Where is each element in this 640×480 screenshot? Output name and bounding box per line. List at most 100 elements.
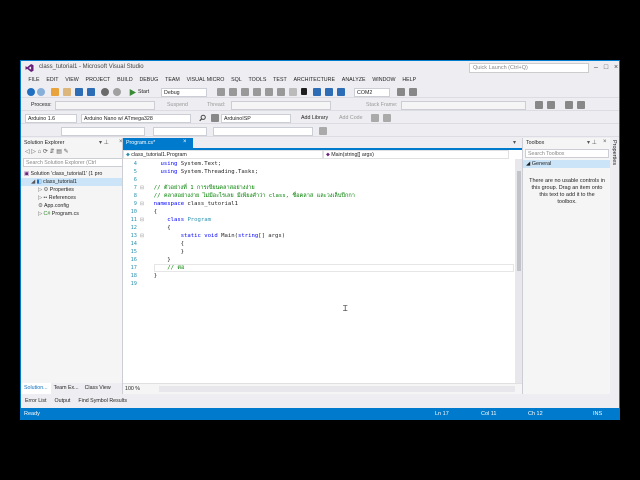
menu-item-edit[interactable]: EDIT	[43, 75, 62, 85]
maximize-icon[interactable]: □	[601, 63, 611, 73]
properties-side-tab[interactable]: Properties	[611, 140, 617, 165]
scroll-thumb[interactable]	[517, 171, 521, 271]
code-line[interactable]: 13 ⊟ static void Main(string[] args)	[123, 232, 515, 240]
toolbar-icon-q[interactable]	[211, 114, 219, 122]
back-icon[interactable]	[27, 88, 35, 96]
code-line[interactable]: 14 {	[123, 240, 515, 248]
menu-item-view[interactable]: VIEW	[62, 75, 82, 85]
code-text[interactable]: static void Main(string[] args)	[147, 232, 285, 240]
bottom-tool-tab[interactable]: Error List	[21, 396, 51, 407]
menu-item-sql[interactable]: SQL	[228, 75, 245, 85]
configuration-select[interactable]: Debug	[161, 87, 207, 97]
outline-margin[interactable]	[137, 168, 147, 176]
outline-margin[interactable]: ⊟	[137, 184, 147, 192]
new-project-icon[interactable]	[51, 88, 59, 96]
toolbar-icon-g[interactable]	[289, 88, 297, 96]
code-line[interactable]: 16 }	[123, 256, 515, 264]
toolbar-icon-r[interactable]	[371, 114, 379, 122]
toolbar-icon-m[interactable]	[535, 101, 543, 109]
tab-close-icon[interactable]: ×	[183, 139, 187, 145]
code-line[interactable]: 12 {	[123, 224, 515, 232]
save-icon[interactable]	[75, 88, 83, 96]
menu-item-file[interactable]: FILE	[25, 75, 43, 85]
toolbar-icon-f[interactable]	[277, 88, 285, 96]
code-text[interactable]: class Program	[147, 216, 211, 224]
solution-bottom-tab[interactable]: Team Ex...	[51, 383, 82, 394]
tree-item[interactable]: ⚙ App.config	[21, 202, 127, 210]
outline-margin[interactable]	[137, 272, 147, 280]
toolbox-group-general[interactable]: ◢ General	[523, 160, 611, 168]
code-text[interactable]: }	[147, 248, 184, 256]
code-text[interactable]: using System.Threading.Tasks;	[147, 168, 258, 176]
code-line[interactable]: 6	[123, 176, 515, 184]
menu-item-debug[interactable]: DEBUG	[136, 75, 162, 85]
outline-margin[interactable]	[137, 192, 147, 200]
toolbox-close-icon[interactable]: ×	[603, 139, 607, 145]
horizontal-scrollbar[interactable]	[159, 386, 515, 392]
solution-bottom-tab[interactable]: Solution...	[21, 383, 51, 394]
outline-margin[interactable]	[137, 248, 147, 256]
outline-margin[interactable]	[137, 224, 147, 232]
outline-margin[interactable]: ⊟	[137, 200, 147, 208]
zoom-level[interactable]: 100 %	[125, 386, 140, 392]
bottom-tool-tab[interactable]: Output	[51, 396, 75, 407]
code-line[interactable]: 15 }	[123, 248, 515, 256]
code-text[interactable]: }	[147, 272, 157, 280]
toolbar-icon-o[interactable]	[565, 101, 573, 109]
toolbar-icon-d[interactable]	[253, 88, 261, 96]
code-text[interactable]: // ตัวอย่างที่ 1 การเขียนคลาสอย่างง่าย	[147, 184, 255, 192]
tree-item[interactable]: ▷ ⚙ Properties	[21, 186, 127, 194]
code-text[interactable]: namespace class_tutorial1	[147, 200, 238, 208]
open-file-icon[interactable]	[63, 88, 71, 96]
code-text[interactable]: // คลาสอย่างง่าย ไม่มีอะไรเลย มีเพียงคำว…	[147, 192, 355, 200]
programmer-select[interactable]: ArduinoISP	[221, 113, 291, 123]
menu-item-team[interactable]: TEAM	[162, 75, 184, 85]
code-text[interactable]: using System.Text;	[147, 160, 221, 168]
redo-icon[interactable]	[113, 88, 121, 96]
bottom-tool-tab[interactable]: Find Symbol Results	[74, 396, 131, 407]
forward-icon[interactable]	[37, 88, 45, 96]
outline-margin[interactable]	[137, 240, 147, 248]
menu-item-help[interactable]: HELP	[399, 75, 420, 85]
toolbar-icon-k[interactable]	[397, 88, 405, 96]
stop-icon[interactable]	[301, 88, 307, 95]
start-button[interactable]: Start	[138, 89, 149, 95]
outline-margin[interactable]: ⊟	[137, 216, 147, 224]
toolbar-icon-a[interactable]	[217, 88, 225, 96]
menu-item-build[interactable]: BUILD	[114, 75, 136, 85]
quick-launch-input[interactable]: Quick Launch (Ctrl+Q)	[469, 63, 589, 73]
stack-frame-select[interactable]	[401, 100, 526, 110]
code-line[interactable]: 11 ⊟ class Program	[123, 216, 515, 224]
outline-margin[interactable]	[137, 264, 147, 272]
toolbar-icon-c[interactable]	[241, 88, 249, 96]
menu-item-test[interactable]: TEST	[270, 75, 290, 85]
extra-select-a[interactable]	[61, 126, 145, 136]
toolbar-icon-t[interactable]	[319, 127, 327, 135]
toolbar-icon-e[interactable]	[265, 88, 273, 96]
search-icon[interactable]	[199, 114, 206, 122]
class-navigation-select[interactable]: ⬥ class_tutorial1.Program	[123, 150, 323, 159]
toolbox-search-input[interactable]: Search Toolbox	[525, 149, 609, 158]
toolbar-icon-p[interactable]	[577, 101, 585, 109]
solution-bottom-tab[interactable]: Class View	[82, 383, 114, 394]
undo-icon[interactable]	[101, 88, 109, 96]
code-text[interactable]: {	[147, 224, 170, 232]
tree-item[interactable]: ▷ C# Program.cs	[21, 210, 127, 218]
code-text[interactable]: {	[147, 240, 184, 248]
arduino-ide-select[interactable]: Arduino 1.6	[25, 113, 77, 123]
tab-dropdown-icon[interactable]: ▾	[513, 139, 516, 146]
member-navigation-select[interactable]: ⬥ Main(string[] args)	[323, 150, 509, 159]
menu-item-architecture[interactable]: ARCHITECTURE	[290, 75, 338, 85]
tab-program-cs[interactable]: Program.cs* ×	[123, 138, 193, 148]
code-line[interactable]: 5 using System.Threading.Tasks;	[123, 168, 515, 176]
menu-item-analyze[interactable]: ANALYZE	[338, 75, 369, 85]
outline-margin[interactable]	[137, 208, 147, 216]
add-library-button[interactable]: Add Library	[301, 115, 328, 121]
outline-margin[interactable]: ⊟	[137, 232, 147, 240]
menu-item-visual-micro[interactable]: VISUAL MICRO	[183, 75, 228, 85]
toolbar-icon-b[interactable]	[229, 88, 237, 96]
tree-item[interactable]: ▷ ▪▪ References	[21, 194, 127, 202]
code-line[interactable]: 9 ⊟ namespace class_tutorial1	[123, 200, 515, 208]
start-icon[interactable]	[129, 88, 136, 96]
pin-icon[interactable]: ▾ ⊥	[99, 139, 109, 146]
